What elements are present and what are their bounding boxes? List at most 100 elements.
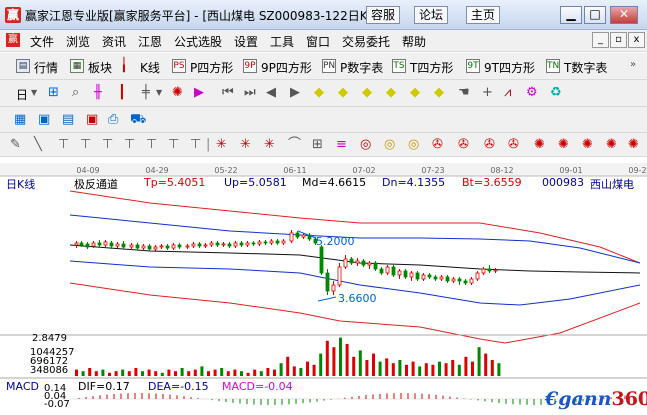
gann-tool-3-icon[interactable]: ⊤ bbox=[102, 137, 113, 153]
sector-button[interactable]: 板块 bbox=[88, 59, 112, 76]
p-square-button[interactable]: P四方形 bbox=[190, 59, 233, 76]
minimize-icon[interactable]: ▁ bbox=[560, 6, 582, 24]
next-icon[interactable]: ▶ bbox=[290, 85, 300, 101]
transport-icon[interactable]: ⛟ bbox=[130, 112, 146, 128]
fan-b-icon[interactable]: ✳ bbox=[240, 137, 251, 153]
refresh-icon[interactable]: ♻ bbox=[550, 85, 562, 101]
menu-trade[interactable]: 交易委托 bbox=[342, 33, 390, 50]
spiral-d-icon[interactable]: ✺ bbox=[606, 137, 617, 153]
menu-tools[interactable]: 工具 bbox=[270, 33, 294, 50]
candle-body bbox=[325, 272, 330, 292]
spiral-b-icon[interactable]: ✺ bbox=[558, 137, 569, 153]
wheel-c-icon[interactable]: ✇ bbox=[484, 137, 495, 153]
palette-icon[interactable]: ⚙ bbox=[526, 85, 538, 101]
last-icon[interactable]: ⏭ bbox=[244, 85, 256, 101]
print-icon[interactable]: ⎙ bbox=[108, 112, 118, 128]
kline-button[interactable]: K线 bbox=[140, 59, 160, 76]
prev-icon[interactable]: ◀ bbox=[266, 85, 276, 101]
calendar-icon[interactable]: ▦ bbox=[14, 112, 26, 128]
candle-body bbox=[245, 242, 250, 246]
gann-tool-1-icon[interactable]: ⊤ bbox=[58, 137, 69, 153]
spiral-c-icon[interactable]: ✺ bbox=[582, 137, 593, 153]
homepage-button[interactable]: 主页 bbox=[466, 6, 501, 24]
gann-tool-5-icon[interactable]: ⊤ bbox=[146, 137, 157, 153]
candle-icon[interactable]: ┃ bbox=[118, 85, 126, 101]
circle-b-icon[interactable]: ◎ bbox=[384, 137, 395, 153]
menu-window[interactable]: 窗口 bbox=[306, 33, 330, 50]
maximize-icon[interactable]: □ bbox=[584, 6, 606, 24]
period-select[interactable]: 日 bbox=[16, 86, 28, 103]
fan-c-icon[interactable]: ✳ bbox=[264, 137, 275, 153]
circle-a-icon[interactable]: ◎ bbox=[360, 137, 371, 153]
zoom-icon[interactable]: ⌕ bbox=[72, 85, 79, 101]
dn-value: Dn=4.1355 bbox=[382, 176, 446, 189]
trend-icon[interactable]: ⩘ bbox=[504, 85, 511, 101]
candle-body bbox=[79, 242, 84, 246]
flag-icon[interactable]: ▶ bbox=[194, 85, 204, 101]
wheel-a-icon[interactable]: ✇ bbox=[432, 137, 443, 153]
gann-fan-icon[interactable]: ✺ bbox=[172, 85, 183, 101]
chart-panel[interactable]: 04-09 04-29 05-22 06-11 07-02 07-23 08-12 09-01… bbox=[0, 163, 647, 412]
child-close-icon[interactable]: x bbox=[628, 32, 645, 48]
gann-tool-7-icon[interactable]: ⊤ bbox=[190, 137, 201, 153]
chart-type-icon[interactable]: ⊞ bbox=[48, 85, 59, 101]
spiral-a-icon[interactable]: ✺ bbox=[534, 137, 545, 153]
volume-bar bbox=[365, 360, 369, 376]
menu-settings[interactable]: 设置 bbox=[234, 33, 258, 50]
menu-formula[interactable]: 公式选股 bbox=[174, 33, 222, 50]
child-minimize-icon[interactable]: _ bbox=[592, 32, 609, 48]
nav-up-icon[interactable]: ◆ bbox=[362, 85, 372, 101]
gann-tool-4-icon[interactable]: ⊤ bbox=[124, 137, 135, 153]
line-icon[interactable]: ╲ bbox=[34, 137, 42, 153]
menu-browse[interactable]: 浏览 bbox=[66, 33, 90, 50]
hand-icon[interactable]: ☚ bbox=[458, 85, 470, 101]
indicator-header: 极反通道 Tp=5.4051 Up=5.0581 Md=4.6615 Dn=4.… bbox=[72, 176, 647, 191]
t-number-button[interactable]: T数字表 bbox=[564, 59, 607, 76]
spiral-e-icon[interactable]: ✺ bbox=[628, 137, 639, 153]
volume-bar bbox=[319, 353, 323, 376]
close-icon[interactable]: ✕ bbox=[610, 6, 638, 24]
ohlc-dropdown-icon[interactable]: ▼ bbox=[156, 85, 162, 101]
ohlc-icon[interactable]: ╪ bbox=[142, 85, 150, 101]
p-square-icon: PS bbox=[172, 59, 186, 73]
first-icon[interactable]: ⏮ bbox=[222, 85, 234, 101]
candle-body bbox=[215, 242, 220, 246]
wheel-d-icon[interactable]: ✇ bbox=[508, 137, 519, 153]
9p-square-button[interactable]: 9P四方形 bbox=[261, 59, 312, 76]
fib-icon[interactable]: ≡ bbox=[336, 137, 347, 153]
nav-left-icon[interactable]: ◆ bbox=[314, 85, 324, 101]
nav-right-icon[interactable]: ◆ bbox=[338, 85, 348, 101]
menu-file[interactable]: 文件 bbox=[30, 33, 54, 50]
kline-chart[interactable]: 04-09 04-29 05-22 06-11 07-02 07-23 08-12 09-01… bbox=[0, 163, 647, 412]
menu-help[interactable]: 帮助 bbox=[402, 33, 426, 50]
grid-icon[interactable]: ⊞ bbox=[312, 137, 323, 153]
fan-a-icon[interactable]: ✳ bbox=[216, 137, 227, 153]
period-dropdown-icon[interactable]: ▼ bbox=[31, 85, 37, 101]
circle-c-icon[interactable]: ◎ bbox=[408, 137, 419, 153]
candle-body bbox=[331, 284, 336, 292]
crosshair-icon[interactable]: + bbox=[482, 85, 493, 101]
t-square-button[interactable]: T四方形 bbox=[410, 59, 453, 76]
child-restore-icon[interactable]: ▫ bbox=[610, 32, 627, 48]
gann-tool-6-icon[interactable]: ⊤ bbox=[168, 137, 179, 153]
forum-button[interactable]: 论坛 bbox=[414, 6, 449, 24]
customer-service-button[interactable]: 容服 bbox=[366, 6, 401, 24]
save-icon[interactable]: ▣ bbox=[86, 112, 98, 128]
pencil-icon[interactable]: ✎ bbox=[10, 137, 21, 153]
arc-icon[interactable]: ⌒ bbox=[288, 137, 301, 153]
table-icon[interactable]: ▤ bbox=[62, 112, 74, 128]
9t-square-button[interactable]: 9T四方形 bbox=[484, 59, 535, 76]
menu-info[interactable]: 资讯 bbox=[102, 33, 126, 50]
quote-button[interactable]: 行情 bbox=[34, 59, 58, 76]
gann-tool-2-icon[interactable]: ⊤ bbox=[80, 137, 91, 153]
bar-icon[interactable]: ╫ bbox=[94, 85, 102, 101]
nav-down-icon[interactable]: ◆ bbox=[386, 85, 396, 101]
zoom-in-icon[interactable]: ◆ bbox=[410, 85, 420, 101]
volume-bar bbox=[88, 368, 92, 376]
zoom-out-icon[interactable]: ◆ bbox=[434, 85, 444, 101]
p-number-button[interactable]: P数字表 bbox=[340, 59, 383, 76]
toolbar-overflow-icon[interactable]: » bbox=[630, 57, 636, 73]
calculator-icon[interactable]: ▣ bbox=[38, 112, 50, 128]
wheel-b-icon[interactable]: ✇ bbox=[458, 137, 469, 153]
menu-gann[interactable]: 江恩 bbox=[138, 33, 162, 50]
